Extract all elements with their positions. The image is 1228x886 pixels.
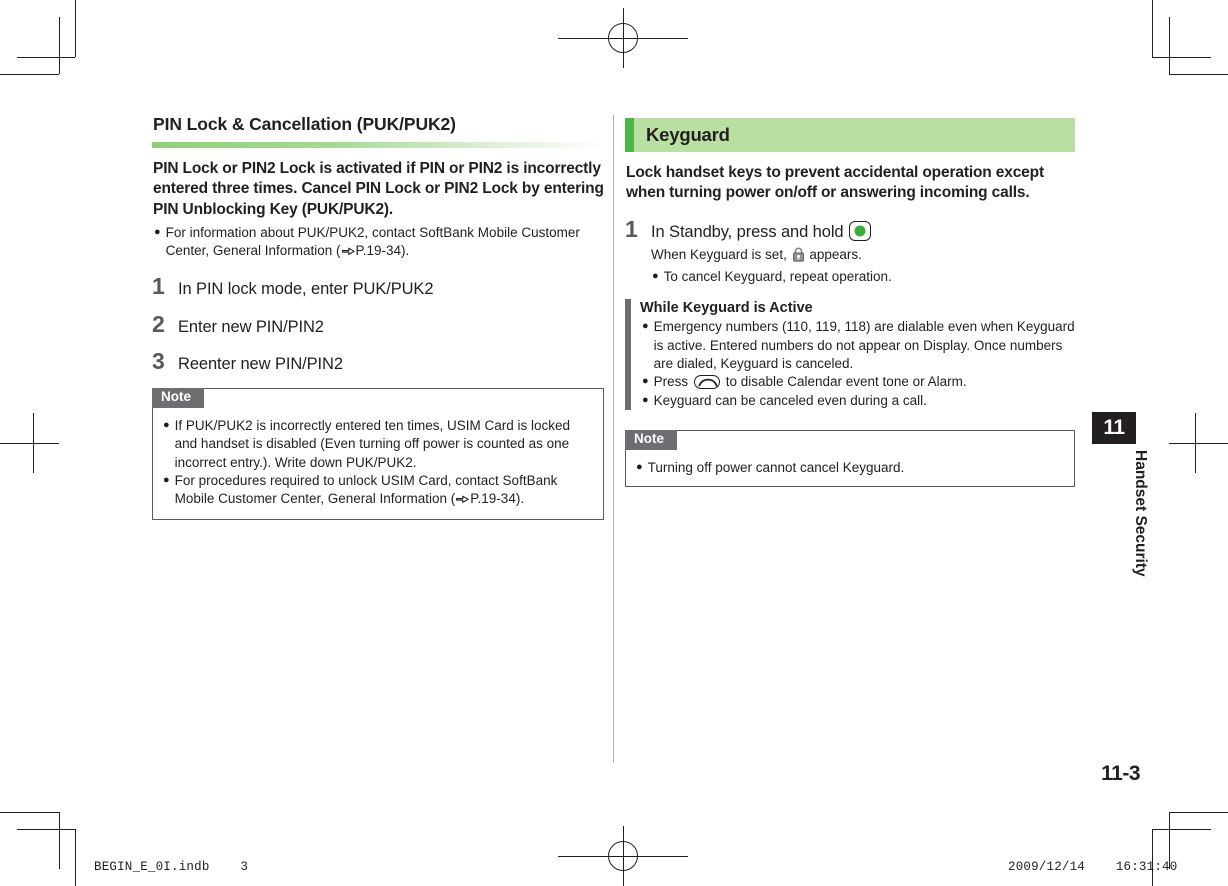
while-keyguard-active-section: While Keyguard is Active ● Emergency num… [625, 298, 1075, 411]
bullet-dot-icon: ● [163, 418, 170, 431]
subsection-bullet-press: ● Press to disable Calendar event tone o… [642, 373, 1075, 391]
step-number: 2 [152, 310, 165, 337]
step-item-3: 3 Reenter new PIN/PIN2 [152, 350, 604, 375]
step-title: In Standby, press and hold [651, 220, 1075, 243]
crop-mark-lm-h [0, 443, 59, 444]
note-bullet-text-after: ). [515, 491, 525, 507]
bullet-dot-icon: ● [642, 320, 649, 333]
subsection-bullet: ● Keyguard can be canceled even during a… [642, 392, 1075, 410]
step-title: Reenter new PIN/PIN2 [178, 355, 343, 374]
note-label: Note [625, 430, 677, 451]
crop-mark-br-h [1169, 812, 1228, 813]
crop-mark-tl-v [75, 0, 76, 57]
heading-rule [152, 142, 604, 148]
keyguard-lead-paragraph: Lock handset keys to prevent accidental … [626, 164, 1044, 202]
footer-file-name: BEGIN_E_0I.indb 3 [94, 860, 249, 874]
section-title: Keyguard [646, 124, 730, 145]
subsection-accent-bar [625, 298, 631, 411]
keyguard-section-header: Keyguard [625, 118, 1075, 152]
note-bullet-text: For procedures required to unlock USIM C… [175, 472, 595, 511]
note-label: Note [152, 387, 204, 408]
chapter-title: Handset Security [1132, 450, 1149, 577]
crop-mark-rm-v [1195, 413, 1196, 473]
center-key-icon [848, 220, 871, 241]
lead-bullet-text: For information about PUK/PUK2, contact … [166, 224, 604, 262]
step-title: Enter new PIN/PIN2 [178, 317, 324, 336]
registration-mark-top [558, 8, 688, 68]
crop-mark-rm-h [1169, 443, 1228, 444]
bullet-dot-icon: ● [154, 226, 161, 239]
crop-mark-br-h2 [1152, 829, 1211, 830]
footer-timestamp: 2009/12/14 16:31:40 [1008, 860, 1178, 874]
step-number: 1 [152, 272, 165, 299]
crop-mark-bl-h [0, 812, 59, 813]
subsection-bullet-text: Press to disable Calendar event tone or … [654, 373, 1075, 391]
press-text-after: to disable Calendar event tone or Alarm. [725, 374, 967, 390]
subsection-bullet: ● Emergency numbers (110, 119, 118) are … [642, 318, 1075, 373]
bullet-dot-icon: ● [652, 269, 659, 282]
step-subtext-before: When Keyguard is set, [651, 246, 787, 262]
note-bullet: ● Turning off power cannot cancel Keygua… [636, 459, 1066, 477]
crop-mark-tr-v [1152, 0, 1153, 57]
step-item-1: 1 In PIN lock mode, enter PUK/PUK2 [152, 272, 604, 300]
crop-mark-lm-v [33, 413, 34, 473]
step-title: In PIN lock mode, enter PUK/PUK2 [178, 279, 434, 298]
padlock-icon [792, 247, 805, 267]
crop-mark-tl-v2 [59, 17, 60, 74]
step-bullet: ● To cancel Keyguard, repeat operation. [652, 268, 1075, 286]
note-box-left: Note ● If PUK/PUK2 is incorrectly entere… [152, 387, 604, 520]
step-number: 3 [152, 348, 165, 375]
step-subtext-after: appears. [809, 246, 862, 262]
left-column: PIN Lock & Cancellation (PUK/PUK2) PIN L… [152, 114, 604, 520]
crop-mark-bl-v2 [59, 812, 60, 869]
page-reference: P.19-34 [355, 243, 402, 259]
column-divider [613, 115, 614, 763]
lead-paragraph: PIN Lock or PIN2 Lock is activated if PI… [153, 160, 604, 218]
page-reference: P.19-34 [470, 491, 516, 507]
subsection-title: While Keyguard is Active [640, 299, 813, 316]
note-bullet-text: If PUK/PUK2 is incorrectly entered ten t… [174, 417, 571, 470]
step-item-2: 2 Enter new PIN/PIN2 [152, 310, 604, 338]
note-box-right: Note ● Turning off power cannot cancel K… [625, 430, 1075, 487]
crop-mark-bl-v [75, 829, 76, 886]
crop-mark-tr-v2 [1169, 17, 1170, 74]
registration-mark-bottom [558, 826, 688, 886]
press-text-before: Press [653, 374, 689, 390]
note-bullet: ● If PUK/PUK2 is incorrectly entered ten… [163, 417, 595, 472]
page-title: PIN Lock & Cancellation (PUK/PUK2) [153, 114, 456, 134]
bullet-dot-icon: ● [636, 461, 643, 474]
crop-mark-bl-h2 [17, 829, 75, 830]
note-bullet: ● For procedures required to unlock USIM… [163, 472, 595, 511]
crop-mark-tl-h2 [17, 57, 75, 58]
keyguard-step-1: 1 In Standby, press and hold When Keygua… [625, 215, 1075, 286]
lead-bullet-text-after: ). [401, 243, 410, 259]
bullet-dot-icon: ● [163, 473, 170, 486]
chapter-number: 11 [1092, 412, 1136, 444]
section-accent-bar [625, 118, 634, 152]
right-column: Keyguard Lock handset keys to prevent ac… [625, 118, 1075, 487]
bullet-dot-icon: ● [642, 375, 649, 388]
lead-bullet: ● For information about PUK/PUK2, contac… [154, 224, 604, 262]
bullet-dot-icon: ● [642, 393, 649, 406]
crop-mark-br-v [1152, 829, 1153, 886]
note-bullet-text: Turning off power cannot cancel Keyguard… [647, 460, 905, 476]
step-bullet-text: To cancel Keyguard, repeat operation. [663, 268, 892, 284]
crop-mark-tl-h [0, 74, 59, 75]
page-number: 11-3 [1101, 762, 1140, 785]
step-bullet-wrap: ● To cancel Keyguard, repeat operation. [651, 268, 1075, 286]
crop-mark-tr-h [1169, 74, 1228, 75]
subsection-bullet-text: Emergency numbers (110, 119, 118) are di… [653, 319, 1075, 372]
page-reference-arrow-icon [455, 492, 470, 510]
manual-page: PIN Lock & Cancellation (PUK/PUK2) PIN L… [0, 0, 1228, 886]
page-reference-arrow-icon [341, 244, 356, 262]
step-number: 1 [625, 215, 638, 242]
end-call-key-icon [693, 375, 720, 390]
subsection-bullet-text: Keyguard can be canceled even during a c… [653, 392, 927, 408]
chapter-tab: 11 Handset Security [1092, 412, 1149, 577]
step-subtext: When Keyguard is set, appears. [651, 246, 1075, 267]
crop-mark-tr-h2 [1152, 57, 1211, 58]
step-title-text: In Standby, press and hold [651, 222, 844, 241]
step-list: 1 In PIN lock mode, enter PUK/PUK2 2 Ent… [152, 272, 604, 375]
